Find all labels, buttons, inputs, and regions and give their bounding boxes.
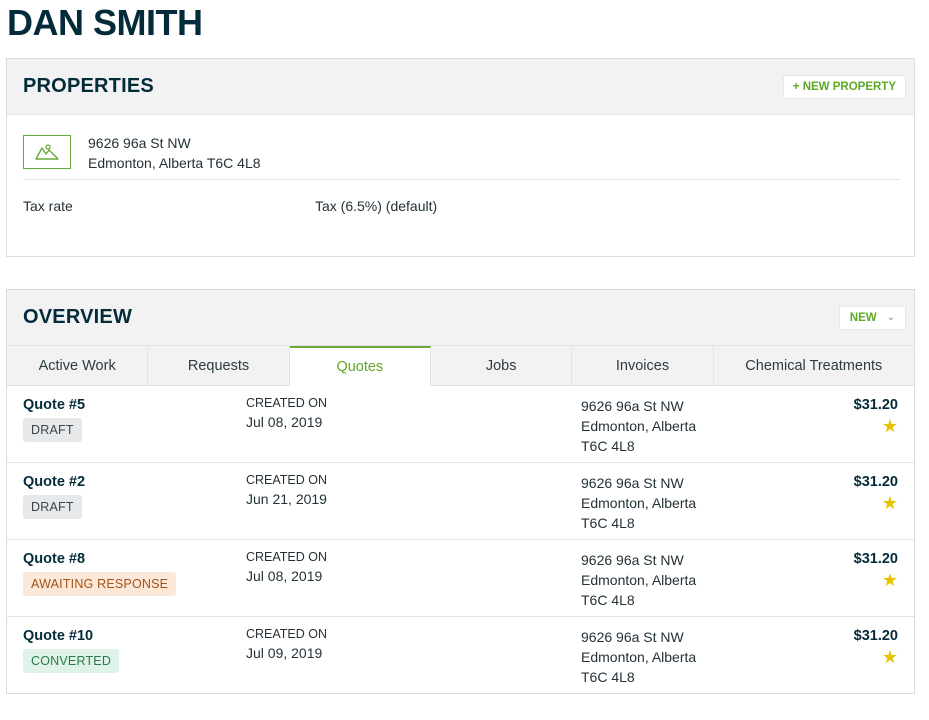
created-label: CREATED ON [246,396,328,410]
divider [23,179,900,180]
address-line2: Edmonton, Alberta [581,572,697,588]
address-line3: T6C 4L8 [581,592,635,608]
address-line1: 9626 96a St NW [581,629,684,645]
address-line2: Edmonton, Alberta [581,495,697,511]
property-address-line1: 9626 96a St NW [88,135,191,151]
quote-title: Quote #8 [23,551,86,567]
overview-title: OVERVIEW [23,306,133,328]
star-icon[interactable]: ★ [882,416,898,436]
tab-chemical-treatments[interactable]: Chemical Treatments [713,346,914,385]
status-badge: CONVERTED [23,649,120,673]
overview-tabs: Active Work Requests Quotes Jobs Invoice… [7,346,914,386]
quote-title: Quote #2 [23,474,86,490]
tab-jobs[interactable]: Jobs [430,346,573,385]
created-date: Jul 09, 2019 [246,645,323,661]
quote-row[interactable]: Quote #10 CONVERTED CREATED ON Jul 09, 2… [7,617,914,694]
star-icon[interactable]: ★ [882,570,898,590]
quote-amount: $31.20 [853,474,898,490]
quote-title: Quote #5 [23,397,86,413]
quote-amount: $31.20 [853,628,898,644]
address-line3: T6C 4L8 [581,669,635,685]
status-badge: DRAFT [23,418,82,442]
tab-quotes[interactable]: Quotes [289,346,431,386]
property-address-line2: Edmonton, Alberta T6C 4L8 [88,155,261,171]
created-label: CREATED ON [246,550,328,564]
star-icon[interactable]: ★ [882,647,898,667]
properties-title: PROPERTIES [23,75,154,97]
page-title: DAN SMITH [7,2,203,43]
quote-address: 9626 96a St NW Edmonton, Alberta T6C 4L8 [581,550,696,610]
address-line1: 9626 96a St NW [581,552,684,568]
overview-card: OVERVIEW NEW ⌄ Active Work Requests Quot… [6,289,915,694]
overview-header: OVERVIEW NEW ⌄ [7,290,914,346]
tax-rate-label: Tax rate [23,198,73,214]
address-line2: Edmonton, Alberta [581,418,697,434]
address-line1: 9626 96a St NW [581,398,684,414]
created-label: CREATED ON [246,473,328,487]
quote-amount: $31.20 [853,397,898,413]
status-badge: DRAFT [23,495,82,519]
status-badge: AWAITING RESPONSE [23,572,177,596]
map-icon [23,135,71,169]
star-icon[interactable]: ★ [882,493,898,513]
tab-invoices[interactable]: Invoices [572,346,714,385]
new-dropdown-button[interactable]: NEW ⌄ [838,305,906,330]
properties-header: PROPERTIES + NEW PROPERTY [7,59,914,115]
property-address: 9626 96a St NW Edmonton, Alberta T6C 4L8 [88,133,261,173]
quote-amount: $31.20 [853,551,898,567]
address-line3: T6C 4L8 [581,438,635,454]
quote-address: 9626 96a St NW Edmonton, Alberta T6C 4L8 [581,473,696,533]
new-button-label: NEW [849,311,877,324]
address-line1: 9626 96a St NW [581,475,684,491]
tab-active-work[interactable]: Active Work [7,346,149,385]
quote-row[interactable]: Quote #2 DRAFT CREATED ON Jun 21, 2019 9… [7,463,914,540]
created-date: Jul 08, 2019 [246,414,323,430]
quote-row[interactable]: Quote #8 AWAITING RESPONSE CREATED ON Ju… [7,540,914,617]
created-date: Jul 08, 2019 [246,568,323,584]
property-item[interactable]: 9626 96a St NW Edmonton, Alberta T6C 4L8 [23,133,261,173]
new-property-button[interactable]: + NEW PROPERTY [782,74,906,99]
chevron-down-icon: ⌄ [886,311,895,323]
quote-title: Quote #10 [23,628,94,644]
created-label: CREATED ON [246,627,328,641]
quote-row[interactable]: Quote #5 DRAFT CREATED ON Jul 08, 2019 9… [7,386,914,463]
address-line3: T6C 4L8 [581,515,635,531]
tax-rate-value: Tax (6.5%) (default) [315,198,438,214]
quote-address: 9626 96a St NW Edmonton, Alberta T6C 4L8 [581,396,696,456]
quotes-list: Quote #5 DRAFT CREATED ON Jul 08, 2019 9… [7,386,914,694]
address-line2: Edmonton, Alberta [581,649,697,665]
created-date: Jun 21, 2019 [246,491,327,507]
tab-requests[interactable]: Requests [148,346,290,385]
quote-address: 9626 96a St NW Edmonton, Alberta T6C 4L8 [581,627,696,687]
properties-card: PROPERTIES + NEW PROPERTY 9626 96a St NW… [6,58,915,257]
